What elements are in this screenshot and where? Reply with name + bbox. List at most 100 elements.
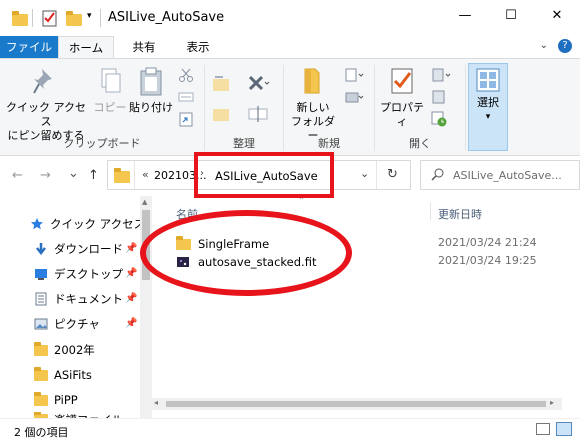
nav-item-label: ASiFits xyxy=(54,368,92,382)
window-title: ASILive_AutoSave xyxy=(108,10,225,25)
new-item-icon[interactable] xyxy=(344,67,366,83)
ribbon: クイック アクセス にピン留めする コピー 貼り付け クリップボード 整理 新し… xyxy=(0,58,580,156)
easy-access-icon[interactable] xyxy=(344,89,366,105)
copy-to-icon[interactable] xyxy=(211,103,233,125)
scrollbar-thumb[interactable] xyxy=(166,401,546,407)
forward-button[interactable]: → xyxy=(40,168,51,183)
divider xyxy=(100,9,101,27)
pictures-icon xyxy=(34,317,48,331)
pin-label-line1: クイック アクセス xyxy=(6,101,86,128)
up-button[interactable]: ↑ xyxy=(88,168,99,183)
nav-item-label: デスクトップ xyxy=(54,267,123,281)
refresh-button[interactable]: ↻ xyxy=(387,167,398,182)
organize-group: 整理 xyxy=(205,59,283,155)
cut-icon[interactable] xyxy=(178,67,194,83)
file-modified: 2021/03/24 19:25 xyxy=(438,254,537,267)
nav-item-label: ダウンロード xyxy=(54,242,123,256)
pin-icon[interactable]: 📌 xyxy=(125,243,137,254)
pin-to-quick-access-button[interactable]: クイック アクセス にピン留めする xyxy=(6,65,86,143)
select-button[interactable]: 選択 ▾ xyxy=(468,63,508,151)
edit-icon[interactable] xyxy=(431,89,447,105)
folder-icon xyxy=(12,11,28,26)
tab-home[interactable]: ホーム xyxy=(58,36,114,59)
desktop-icon xyxy=(34,267,48,281)
star-icon xyxy=(30,217,44,231)
new-group-label: 新規 xyxy=(318,137,340,150)
tab-share[interactable]: 共有 xyxy=(118,36,170,58)
nav-item-quick-access[interactable]: クイック アクセス xyxy=(30,214,145,234)
minimize-button[interactable]: — xyxy=(442,0,488,30)
pin-icon[interactable]: 📌 xyxy=(125,268,137,279)
nav-item-desktop[interactable]: デスクトップ xyxy=(34,264,123,284)
annotation-box xyxy=(194,152,334,198)
divider xyxy=(376,161,377,189)
customize-quick-access-icon[interactable]: ▾ xyxy=(87,11,92,29)
folder-icon xyxy=(34,367,48,382)
tab-view[interactable]: 表示 xyxy=(172,36,224,58)
delete-icon[interactable] xyxy=(247,73,271,95)
pin-icon xyxy=(30,65,62,97)
divider xyxy=(32,9,33,27)
scroll-left-icon[interactable]: ◂ xyxy=(154,398,158,407)
scroll-up-icon[interactable]: ▲ xyxy=(142,198,147,206)
clipboard-icon xyxy=(135,65,167,97)
divider xyxy=(465,65,466,151)
paste-button[interactable]: 貼り付け xyxy=(128,65,174,115)
back-button[interactable]: ← xyxy=(12,168,23,183)
select-label: 選択 xyxy=(477,96,499,109)
search-box[interactable]: ASILive_AutoSave... xyxy=(420,160,580,190)
new-folder-label-line1: 新しい xyxy=(296,101,330,114)
breadcrumb-overflow[interactable]: « xyxy=(142,168,149,181)
address-dropdown-icon[interactable]: ⌄ xyxy=(360,167,369,180)
properties-quick-icon[interactable] xyxy=(42,9,58,27)
select-icon xyxy=(476,68,500,92)
help-icon[interactable]: ? xyxy=(558,39,572,53)
scroll-right-icon[interactable]: ▸ xyxy=(550,398,554,407)
properties-button[interactable]: プロパティ xyxy=(375,65,429,129)
nav-item-downloads[interactable]: ダウンロード xyxy=(34,239,123,259)
pin-icon[interactable]: 📌 xyxy=(125,318,137,329)
paste-shortcut-icon[interactable] xyxy=(178,111,194,127)
details-view-icon[interactable] xyxy=(536,423,550,435)
tab-file[interactable]: ファイル xyxy=(0,36,58,58)
nav-item-pictures[interactable]: ピクチャ xyxy=(34,314,100,334)
nav-pane-scrollbar[interactable]: ▲ xyxy=(140,196,152,418)
divider xyxy=(134,161,135,189)
new-folder-button[interactable]: 新しい フォルダー xyxy=(286,65,340,143)
nav-item-folder-asifits[interactable]: ASiFits xyxy=(34,365,92,385)
recent-locations-button[interactable]: ⌄ xyxy=(68,166,79,181)
history-icon[interactable] xyxy=(431,111,447,127)
explorer-window: ▾ ASILive_AutoSave — ☐ ✕ ファイル ホーム 共有 表示 … xyxy=(0,0,580,440)
search-placeholder: ASILive_AutoSave... xyxy=(453,169,562,182)
column-header-modified[interactable]: 更新日時 xyxy=(438,206,482,222)
nav-item-folder-2002[interactable]: 2002年 xyxy=(34,340,95,360)
annotation-ellipse xyxy=(140,210,352,296)
pin-icon[interactable]: 📌 xyxy=(125,293,137,304)
copy-label: コピー xyxy=(93,101,127,114)
nav-item-folder-pipp[interactable]: PiPP xyxy=(34,390,78,410)
ribbon-tabs: ファイル ホーム 共有 表示 ⌄ ? xyxy=(0,36,580,59)
nav-item-documents[interactable]: ドキュメント xyxy=(34,289,123,309)
chevron-down-icon[interactable]: ⌄ xyxy=(540,40,548,51)
download-icon xyxy=(34,242,48,256)
open-icon[interactable] xyxy=(431,67,453,83)
organize-group-label: 整理 xyxy=(233,137,255,150)
copy-path-icon[interactable] xyxy=(178,89,194,105)
maximize-button[interactable]: ☐ xyxy=(488,0,534,30)
move-to-icon[interactable] xyxy=(211,73,233,95)
close-button[interactable]: ✕ xyxy=(534,0,580,30)
properties-label: プロパティ xyxy=(380,101,424,128)
new-folder-icon xyxy=(297,65,329,97)
folder-icon xyxy=(34,392,48,407)
nav-item-label: 2002年 xyxy=(54,343,95,357)
navigation-pane: クイック アクセス ダウンロード 📌 デスクトップ 📌 ドキュメント 📌 ピクチ… xyxy=(0,196,152,422)
copy-button[interactable]: コピー xyxy=(90,65,130,115)
new-folder-quick-icon[interactable] xyxy=(66,11,82,26)
title-bar: ▾ ASILive_AutoSave — ☐ ✕ xyxy=(0,0,580,36)
folder-icon xyxy=(114,168,130,183)
horizontal-scrollbar[interactable]: ◂ ▸ xyxy=(152,398,562,410)
chevron-down-icon: ▾ xyxy=(485,112,491,122)
rename-icon[interactable] xyxy=(247,103,269,125)
paste-label: 貼り付け xyxy=(129,101,173,114)
large-icons-view-icon[interactable] xyxy=(556,422,572,436)
